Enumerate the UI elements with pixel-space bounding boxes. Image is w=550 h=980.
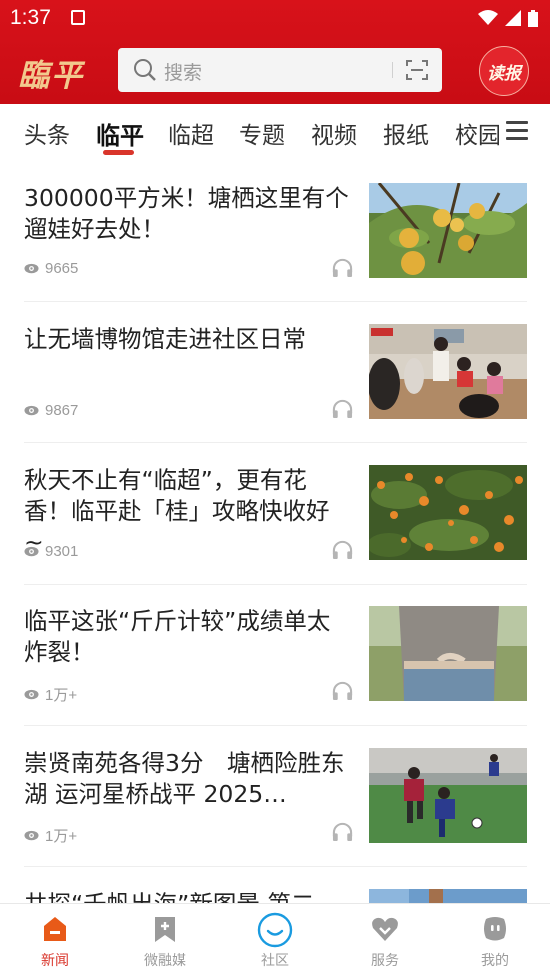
nav-label: 社区 bbox=[261, 953, 289, 969]
app-logo[interactable]: 臨平 bbox=[18, 50, 84, 95]
status-time: 1:37 bbox=[10, 6, 51, 29]
heart-icon bbox=[372, 917, 398, 941]
bookmark-icon bbox=[155, 917, 175, 942]
nav-label: 我的 bbox=[481, 953, 509, 969]
view-count: 9301 bbox=[24, 543, 78, 560]
article-thumbnail bbox=[369, 183, 527, 278]
view-count-value: 9867 bbox=[45, 402, 79, 419]
news-icon bbox=[44, 917, 66, 941]
article-title: 临平这张“斤斤计较”成绩单太炸裂！ bbox=[24, 607, 331, 666]
tab-linping[interactable]: 临平 bbox=[96, 116, 144, 151]
article-item[interactable]: 让无墙博物馆走进社区日常 9867 bbox=[24, 324, 527, 465]
divider bbox=[24, 725, 527, 726]
headphone-icon[interactable] bbox=[331, 398, 354, 419]
headphone-icon[interactable] bbox=[331, 539, 354, 560]
nav-label: 新闻 bbox=[41, 953, 69, 969]
nav-label: 服务 bbox=[371, 953, 399, 969]
article-item[interactable]: 崇贤南苑各得3分 塘栖险胜东湖 运河星桥战平 2025… 1万+ bbox=[24, 748, 527, 889]
divider bbox=[24, 866, 527, 867]
status-bar: 1:37 bbox=[0, 0, 550, 38]
category-tabs: 头条 临平 临超 专题 视频 报纸 校园 bbox=[0, 104, 550, 160]
bottom-navigation: 新闻 微融媒 社区 服务 我的 bbox=[0, 903, 550, 980]
view-count-value: 9301 bbox=[45, 543, 79, 560]
article-title: 共探“千帆出海”新图景 第二 bbox=[24, 889, 349, 903]
eye-icon bbox=[24, 263, 39, 274]
view-count: 1万+ bbox=[24, 684, 77, 705]
notification-icon bbox=[71, 10, 85, 25]
headphone-icon[interactable] bbox=[331, 821, 354, 842]
headphone-icon[interactable] bbox=[331, 680, 354, 701]
article-title: 崇贤南苑各得3分 塘栖险胜东湖 运河星桥战平 2025… bbox=[24, 749, 345, 808]
tab-shipin[interactable]: 视频 bbox=[311, 116, 357, 150]
menu-icon[interactable] bbox=[506, 121, 528, 141]
search-icon bbox=[134, 59, 156, 81]
view-count: 9867 bbox=[24, 402, 78, 419]
eye-icon bbox=[24, 546, 39, 557]
search-bar[interactable]: 搜索 bbox=[118, 48, 442, 92]
system-icons bbox=[478, 9, 538, 27]
article-item[interactable]: 300000平方米！塘栖这里有个遛娃好去处！ 9665 bbox=[24, 183, 527, 324]
tab-toutiao[interactable]: 头条 bbox=[24, 116, 70, 150]
article-title: 让无墙博物馆走进社区日常 bbox=[24, 325, 306, 353]
nav-micro-media[interactable]: 微融媒 bbox=[110, 904, 220, 980]
tab-linchao[interactable]: 临超 bbox=[168, 116, 214, 150]
nav-profile[interactable]: 我的 bbox=[440, 904, 550, 980]
tab-xiaoyuan[interactable]: 校园 bbox=[455, 116, 499, 150]
article-thumbnail bbox=[369, 889, 527, 903]
eye-icon bbox=[24, 405, 39, 416]
divider bbox=[24, 584, 527, 585]
article-thumbnail bbox=[369, 606, 527, 701]
app-header: 1:37 臨平 搜索 读报 bbox=[0, 0, 550, 104]
nav-news[interactable]: 新闻 bbox=[0, 904, 110, 980]
article-item[interactable]: 共探“千帆出海”新图景 第二 bbox=[24, 889, 527, 903]
nav-community[interactable]: 社区 bbox=[220, 904, 330, 980]
eye-icon bbox=[24, 689, 39, 700]
divider bbox=[24, 301, 527, 302]
nav-services[interactable]: 服务 bbox=[330, 904, 440, 980]
signal-icon bbox=[505, 10, 521, 26]
view-count: 1万+ bbox=[24, 825, 77, 846]
view-count-value: 9665 bbox=[45, 260, 79, 277]
view-count-value: 1万+ bbox=[45, 687, 78, 704]
view-count-value: 1万+ bbox=[45, 828, 78, 845]
article-thumbnail bbox=[369, 324, 527, 419]
wifi-icon bbox=[478, 10, 498, 25]
divider bbox=[24, 442, 527, 443]
nav-label: 微融媒 bbox=[144, 953, 186, 969]
battery-icon bbox=[528, 9, 538, 27]
headphone-icon[interactable] bbox=[331, 257, 354, 278]
article-thumbnail bbox=[369, 748, 527, 843]
search-divider bbox=[392, 62, 393, 78]
active-tab-indicator bbox=[103, 150, 134, 155]
tab-baozhi[interactable]: 报纸 bbox=[383, 116, 429, 150]
read-newspaper-button[interactable]: 读报 bbox=[479, 46, 529, 96]
profile-icon bbox=[484, 917, 506, 941]
view-count: 9665 bbox=[24, 260, 78, 277]
tab-zhuanti[interactable]: 专题 bbox=[239, 116, 285, 150]
eye-icon bbox=[24, 830, 39, 841]
article-title: 300000平方米！塘栖这里有个遛娃好去处！ bbox=[24, 184, 349, 243]
community-icon bbox=[257, 912, 293, 948]
scan-icon[interactable] bbox=[405, 59, 429, 81]
article-thumbnail bbox=[369, 465, 527, 560]
search-placeholder: 搜索 bbox=[164, 62, 203, 84]
